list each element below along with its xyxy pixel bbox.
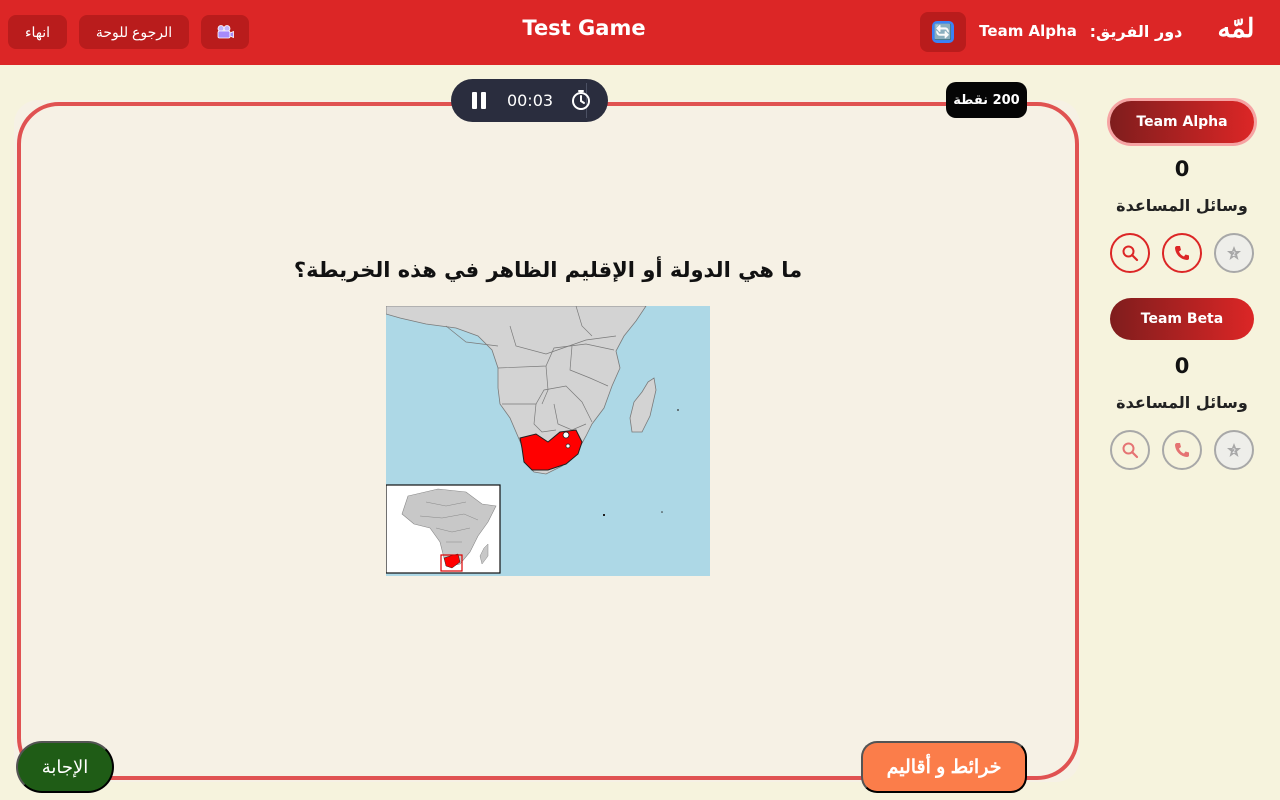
- search-icon: [1122, 442, 1139, 459]
- map-image: [386, 306, 710, 576]
- svg-text:2: 2: [1232, 251, 1236, 258]
- team-beta-score: 0: [1174, 354, 1190, 378]
- turn-label: دور الفريق:: [1089, 22, 1183, 41]
- question-text: ما هي الدولة أو الإقليم الظاهر في هذه ال…: [293, 258, 803, 282]
- team-beta-search-lifeline[interactable]: [1110, 430, 1150, 470]
- app-logo: لمّه: [1217, 14, 1255, 44]
- team-alpha-call-lifeline[interactable]: [1162, 233, 1202, 273]
- team-beta-call-lifeline[interactable]: [1162, 430, 1202, 470]
- team-alpha-lifelines-label: وسائل المساعدة: [1116, 196, 1248, 215]
- team-beta-lifelines-label: وسائل المساعدة: [1116, 393, 1248, 412]
- locator-inset: [386, 484, 501, 574]
- svg-text:2: 2: [1232, 448, 1236, 455]
- answer-button[interactable]: الإجابة: [16, 741, 114, 793]
- refresh-icon: 🔄: [932, 21, 954, 43]
- game-title: Test Game: [522, 16, 646, 40]
- team-alpha-score: 0: [1174, 157, 1190, 181]
- timer-time: 00:03: [506, 91, 554, 110]
- team-alpha-star-lifeline[interactable]: 2: [1214, 233, 1254, 273]
- team-alpha-button[interactable]: Team Alpha: [1110, 101, 1254, 143]
- timer: 00:03: [451, 79, 608, 122]
- team-beta-star-lifeline[interactable]: 2: [1214, 430, 1254, 470]
- team-beta-button[interactable]: Team Beta: [1110, 298, 1254, 340]
- stopwatch-icon[interactable]: [570, 89, 592, 111]
- back-to-board-button[interactable]: الرجوع للوحة: [79, 15, 189, 49]
- star-icon: 2: [1227, 443, 1241, 457]
- current-team-name: Team Alpha: [979, 22, 1077, 40]
- camera-button[interactable]: [201, 15, 249, 49]
- top-bar: انهاء الرجوع للوحة Test Game 🔄 Team Alph…: [0, 0, 1280, 65]
- phone-icon: [1175, 246, 1189, 260]
- points-badge: 200 نقطة: [946, 82, 1027, 118]
- team-alpha-search-lifeline[interactable]: [1110, 233, 1150, 273]
- pause-icon[interactable]: [472, 92, 486, 109]
- end-game-button[interactable]: انهاء: [8, 15, 67, 49]
- phone-icon: [1175, 443, 1189, 457]
- search-icon: [1122, 245, 1139, 262]
- star-icon: 2: [1227, 246, 1241, 260]
- category-button[interactable]: خرائط و أقاليم: [861, 741, 1027, 793]
- switch-turn-button[interactable]: 🔄: [920, 12, 966, 52]
- video-camera-icon: [217, 25, 234, 39]
